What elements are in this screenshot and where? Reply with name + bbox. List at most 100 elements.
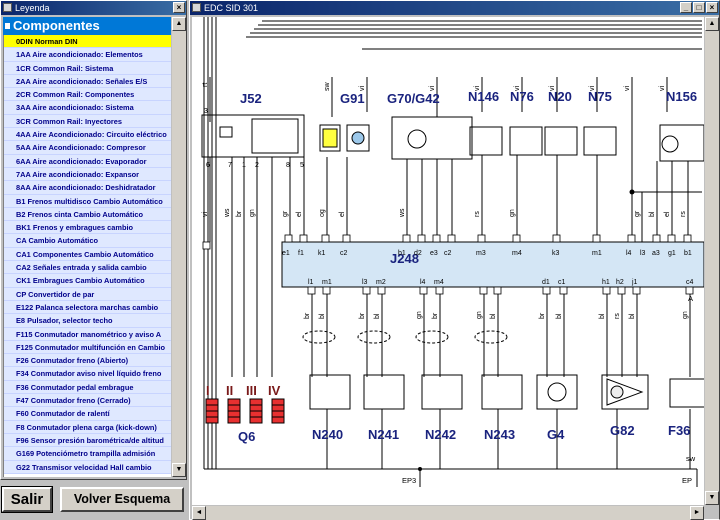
scroll-up-icon[interactable]: ▲ (705, 17, 719, 31)
legend-item[interactable]: 4AA Aire Acondicionado: Circuito eléctri… (4, 128, 171, 142)
legend-item[interactable]: E122 Palanca selectora marchas cambio (4, 300, 171, 315)
legend-item[interactable]: E8 Pulsador, selector techo (4, 314, 171, 328)
close-icon[interactable]: × (173, 2, 185, 13)
scroll-down-icon[interactable]: ▼ (705, 491, 719, 505)
pin-label: b1 (398, 250, 406, 257)
legend-titlebar[interactable]: Leyenda × (1, 1, 186, 15)
wire-color: bl (629, 313, 636, 319)
wire-label: vi (474, 86, 481, 92)
pin-label: b1 (684, 250, 692, 257)
legend-item[interactable]: F8 Conmutador plena carga (kick-down) (4, 420, 171, 434)
wiring-diagram[interactable]: J52 G91 G70/G42 N146 N76 N20 N75 N156 J2… (192, 17, 704, 505)
legend-item[interactable]: F96 Sensor presión barométrica/de altitu… (4, 433, 171, 448)
pin-label: f1 (298, 250, 304, 257)
legend-item[interactable]: CP Convertidor de par (4, 287, 171, 301)
pin-label: m4 (434, 279, 444, 286)
wire-color: el (664, 211, 671, 217)
legend-item[interactable]: 3CR Common Rail: Inyectores (4, 114, 171, 129)
legend-item[interactable]: B2 Frenos cinta Cambio Automático (4, 207, 171, 222)
fuse-label-4: IV (268, 383, 281, 398)
legend-item[interactable]: 1AA Aire acondicionado: Elementos (4, 48, 171, 62)
legend-item[interactable]: CA2 Señales entrada y salida cambio (4, 261, 171, 275)
legend-item[interactable]: F60 Conmutador de ralentí (4, 407, 171, 421)
wire-label: vi (659, 86, 666, 92)
label-pin-a: A (688, 294, 693, 303)
wire-label: vi (624, 86, 631, 92)
volver-esquema-button[interactable]: Volver Esquema (60, 487, 184, 512)
legend-item[interactable]: CA1 Componentes Cambio Automático (4, 247, 171, 262)
pin-label: h1 (602, 279, 610, 286)
legend-item[interactable]: F36 Conmutador pedal embrague (4, 380, 171, 395)
maximize-icon[interactable]: □ (693, 2, 705, 13)
diagram-vertical-scrollbar[interactable]: ▲ ▼ (705, 17, 719, 505)
legend-item[interactable]: F47 Conmutador freno (Cerrado) (4, 394, 171, 408)
minimize-icon[interactable]: _ (680, 2, 692, 13)
pin-label: a3 (652, 250, 660, 257)
legend-header[interactable]: Componentes (3, 17, 171, 35)
pin-label: c2 (444, 250, 452, 257)
scroll-down-icon[interactable]: ▼ (172, 463, 186, 477)
legend-item[interactable]: CK1 Embragues Cambio Automático (4, 274, 171, 288)
label-ep: EP (682, 476, 692, 485)
g91-sensor-icon (322, 128, 338, 148)
legend-item[interactable]: G169 Potenciómetro trampilla admisión (4, 447, 171, 461)
pin-label: d2 (414, 250, 422, 257)
legend-item[interactable]: F26 Conmutador freno (Abierto) (4, 354, 171, 368)
scroll-up-icon[interactable]: ▲ (172, 17, 186, 31)
legend-item[interactable]: F34 Conmutador aviso nivel líquido freno (4, 367, 171, 381)
pin-label: m3 (476, 250, 486, 257)
pin-number: 1 (242, 162, 246, 169)
label-q6: Q6 (238, 429, 255, 444)
scroll-right-icon[interactable]: ► (690, 506, 704, 520)
legend-item[interactable]: 2AA Aire acondicionado: Señales E/S (4, 74, 171, 89)
legend-item[interactable]: 6AA Aire acondicionado: Evaporador (4, 154, 171, 168)
label-n242: N242 (425, 427, 456, 442)
legend-item[interactable]: 7AA Aire acondicionado: Expansor (4, 167, 171, 182)
pin-label: l3 (640, 250, 646, 257)
label-n240: N240 (312, 427, 343, 442)
legend-item[interactable]: F115 Conmutador manométrico y aviso A (4, 327, 171, 341)
pin-label: m1 (592, 250, 602, 257)
legend-item[interactable]: 5AA Aire Acondicionado: Compresor (4, 141, 171, 155)
close-icon[interactable]: × (706, 2, 718, 13)
legend-item[interactable]: 8AA Aire acondicionado: Deshidratador (4, 181, 171, 195)
diagram-window: EDC SID 301 _ □ × J52 G91 G70/G42 N146 N… (189, 0, 720, 520)
pin-label: h2 (616, 279, 624, 286)
label-j52: J52 (240, 91, 262, 106)
legend-item[interactable]: F125 Conmutador multifunción en Cambio (4, 340, 171, 355)
wire-color: ws (224, 208, 231, 218)
pin-label: c4 (686, 279, 694, 286)
wire-label: vi (549, 86, 556, 92)
diagram-titlebar[interactable]: EDC SID 301 _ □ × (190, 1, 719, 15)
legend-item[interactable]: 2CR Common Rail: Componentes (4, 88, 171, 102)
wire-label: rt (202, 83, 209, 87)
wiring-diagram-svg: J52 G91 G70/G42 N146 N76 N20 N75 N156 J2… (201, 17, 704, 487)
legend-item[interactable]: 1CR Common Rail: Sistema (4, 61, 171, 75)
legend-item[interactable]: BK1 Frenos y embragues cambio (4, 221, 171, 235)
pin-number: 7 (228, 162, 232, 169)
wire-color: bl (374, 313, 381, 319)
salir-button[interactable]: Salir (1, 486, 53, 513)
legend-window: Leyenda × Componentes 0DIN Norman DIN 1AA… (0, 0, 187, 480)
diagram-window-title: EDC SID 301 (204, 3, 259, 13)
wire-color: og (319, 209, 326, 217)
scroll-left-icon[interactable]: ◄ (192, 506, 206, 520)
fuse-block-q6 (205, 398, 285, 424)
wire-color: bl (319, 313, 326, 319)
diagram-horizontal-scrollbar[interactable]: ◄ ► (192, 506, 704, 520)
app-icon (3, 3, 12, 12)
legend-list[interactable]: 0DIN Norman DIN 1AA Aire acondicionado: E… (3, 35, 171, 477)
legend-item[interactable]: 0DIN Norman DIN (4, 35, 171, 49)
legend-scrollbar[interactable]: ▲ ▼ (172, 17, 186, 477)
pin-label: k1 (318, 250, 326, 257)
wire-color: el (339, 211, 346, 217)
legend-item[interactable]: B1 Frenos multidisco Cambio Automático (4, 194, 171, 208)
wire-label: sw (324, 82, 331, 92)
wire-color: gr (282, 210, 289, 217)
legend-item[interactable]: CA Cambio Automático (4, 234, 171, 248)
wire-color: br (432, 312, 439, 319)
legend-item[interactable]: G22 Transmisor velocidad Hall cambio (4, 460, 171, 474)
legend-item[interactable]: 3AA Aire acondicionado: Sistema (4, 101, 171, 115)
wire-color: gn (249, 209, 256, 217)
app-icon (192, 3, 201, 12)
